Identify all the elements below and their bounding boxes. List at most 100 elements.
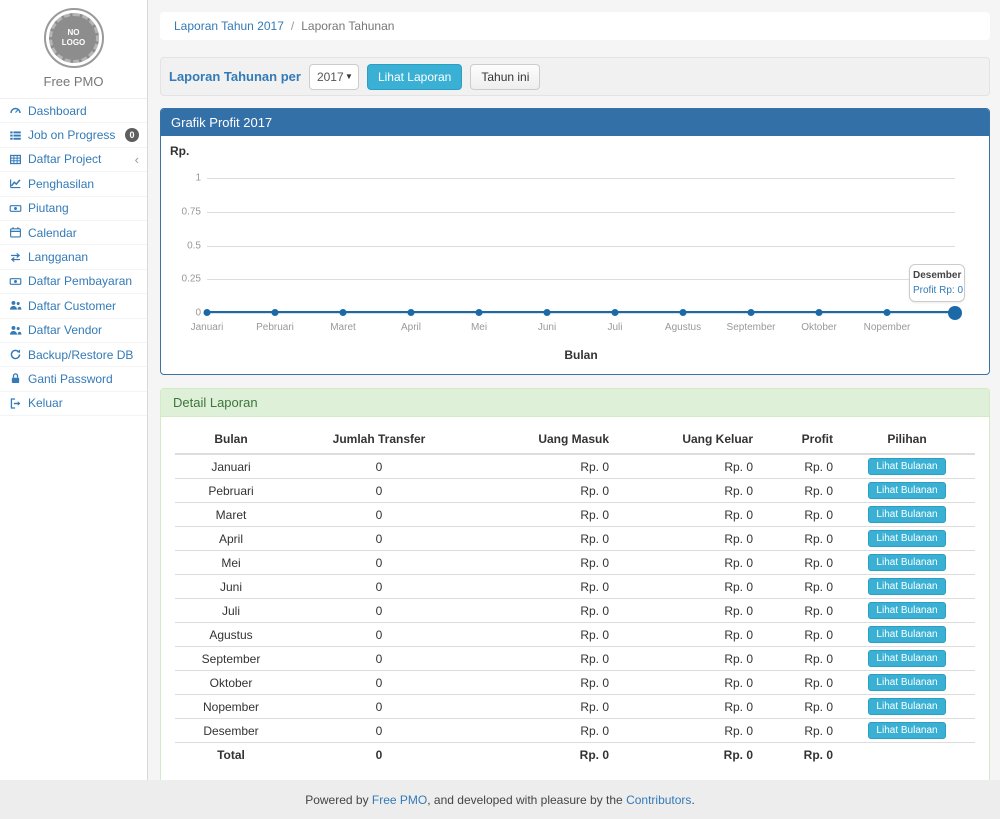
breadcrumb: Laporan Tahun 2017 / Laporan Tahunan [160, 12, 990, 40]
lihat-bulanan-button-april[interactable]: Lihat Bulanan [868, 530, 945, 547]
cell-pilihan: Lihat Bulanan [839, 527, 975, 551]
report-table: BulanJumlah TransferUang MasukUang Kelua… [175, 425, 975, 767]
lihat-bulanan-button-oktober[interactable]: Lihat Bulanan [868, 674, 945, 691]
cell-uang-masuk: Rp. 0 [471, 695, 615, 719]
lihat-bulanan-button-agustus[interactable]: Lihat Bulanan [868, 626, 945, 643]
no-logo-text: NO LOGO [49, 13, 99, 63]
data-point-nopember[interactable] [884, 309, 891, 316]
sidebar-item-daftar-customer[interactable]: Daftar Customer [0, 294, 147, 318]
cell-uang-keluar: Rp. 0 [615, 575, 759, 599]
sidebar-item-label: Langganan [28, 250, 88, 264]
column-header-uang-masuk: Uang Masuk [471, 425, 615, 454]
cell-pilihan: Lihat Bulanan [839, 671, 975, 695]
data-point-maret[interactable] [340, 309, 347, 316]
cell-pilihan: Lihat Bulanan [839, 503, 975, 527]
sidebar-item-label: Ganti Password [28, 372, 113, 386]
cell-pilihan: Lihat Bulanan [839, 454, 975, 479]
x-tick-label: Nopember [864, 322, 911, 333]
sidebar-item-ganti-password[interactable]: Ganti Password [0, 367, 147, 391]
cell-profit: Rp. 0 [759, 743, 839, 767]
cell-jumlah-transfer: 0 [287, 695, 471, 719]
dashboard-icon [9, 104, 22, 117]
line-chart-icon [9, 177, 22, 190]
data-point-oktober[interactable] [816, 309, 823, 316]
cell-uang-masuk: Rp. 0 [471, 479, 615, 503]
sidebar-item-calendar[interactable]: Calendar [0, 221, 147, 245]
footer-link-contributors[interactable]: Contributors [626, 793, 691, 807]
lihat-bulanan-button-desember[interactable]: Lihat Bulanan [868, 722, 945, 739]
sidebar-item-piutang[interactable]: Piutang [0, 197, 147, 221]
cell-bulan: Juni [175, 575, 287, 599]
table-row: September0Rp. 0Rp. 0Rp. 0Lihat Bulanan [175, 647, 975, 671]
sidebar-item-keluar[interactable]: Keluar [0, 392, 147, 416]
sidebar-item-daftar-pembayaran[interactable]: Daftar Pembayaran [0, 270, 147, 294]
sidebar-item-job-on-progress[interactable]: Job on Progress0 [0, 123, 147, 147]
lihat-bulanan-button-juli[interactable]: Lihat Bulanan [868, 602, 945, 619]
y-tick-label: 0.25 [165, 274, 201, 285]
data-point-pebruari[interactable] [272, 309, 279, 316]
profit-chart-panel: Grafik Profit 2017 Rp. 10.750.50.250Janu… [160, 108, 990, 375]
money-icon [9, 275, 22, 288]
lihat-bulanan-button-september[interactable]: Lihat Bulanan [868, 650, 945, 667]
lihat-bulanan-button-pebruari[interactable]: Lihat Bulanan [868, 482, 945, 499]
table-header-row: BulanJumlah TransferUang MasukUang Kelua… [175, 425, 975, 454]
column-header-profit: Profit [759, 425, 839, 454]
y-tick-label: 0 [165, 308, 201, 319]
cell-jumlah-transfer: 0 [287, 551, 471, 575]
cell-uang-keluar: Rp. 0 [615, 503, 759, 527]
lihat-bulanan-button-mei[interactable]: Lihat Bulanan [868, 554, 945, 571]
cell-uang-masuk: Rp. 0 [471, 671, 615, 695]
year-select[interactable]: 2017 ▼ [309, 64, 359, 90]
lihat-bulanan-button-januari[interactable]: Lihat Bulanan [868, 458, 945, 475]
filter-label: Laporan Tahunan per [169, 69, 301, 84]
cell-uang-masuk: Rp. 0 [471, 647, 615, 671]
sidebar-item-penghasilan[interactable]: Penghasilan [0, 172, 147, 196]
data-point-september[interactable] [748, 309, 755, 316]
sidebar-item-dashboard[interactable]: Dashboard [0, 99, 147, 123]
sidebar-item-daftar-project[interactable]: Daftar Project‹ [0, 148, 147, 172]
table-row: April0Rp. 0Rp. 0Rp. 0Lihat Bulanan [175, 527, 975, 551]
sidebar-item-label: Backup/Restore DB [28, 348, 133, 362]
sidebar-item-backup-restore-db[interactable]: Backup/Restore DB [0, 343, 147, 367]
x-tick-label: Januari [191, 322, 224, 333]
page-footer: Powered by Free PMO, and developed with … [0, 780, 1000, 819]
footer-text-middle: , and developed with pleasure by the [427, 793, 626, 807]
cell-uang-keluar: Rp. 0 [615, 647, 759, 671]
lihat-bulanan-button-juni[interactable]: Lihat Bulanan [868, 578, 945, 595]
data-point-april[interactable] [408, 309, 415, 316]
retweet-icon [9, 251, 22, 264]
lihat-laporan-button[interactable]: Lihat Laporan [367, 64, 462, 90]
cell-bulan: Agustus [175, 623, 287, 647]
cell-pilihan: Lihat Bulanan [839, 479, 975, 503]
data-point-januari[interactable] [204, 309, 211, 316]
cell-profit: Rp. 0 [759, 647, 839, 671]
data-point-desember[interactable] [948, 306, 962, 320]
lihat-bulanan-button-nopember[interactable]: Lihat Bulanan [868, 698, 945, 715]
x-tick-label: Pebruari [256, 322, 294, 333]
cell-uang-masuk: Rp. 0 [471, 527, 615, 551]
calendar-icon [9, 226, 22, 239]
lihat-bulanan-button-maret[interactable]: Lihat Bulanan [868, 506, 945, 523]
cell-pilihan: Lihat Bulanan [839, 575, 975, 599]
column-header-uang-keluar: Uang Keluar [615, 425, 759, 454]
data-point-juli[interactable] [612, 309, 619, 316]
sidebar-item-label: Dashboard [28, 104, 87, 118]
cell-bulan: Pebruari [175, 479, 287, 503]
data-point-agustus[interactable] [680, 309, 687, 316]
cell-bulan: Januari [175, 454, 287, 479]
cell-uang-keluar: Rp. 0 [615, 743, 759, 767]
column-header-jumlah-transfer: Jumlah Transfer [287, 425, 471, 454]
sidebar-item-langganan[interactable]: Langganan [0, 245, 147, 269]
tahun-ini-button[interactable]: Tahun ini [470, 64, 540, 90]
cell-uang-keluar: Rp. 0 [615, 479, 759, 503]
y-tick-label: 1 [165, 173, 201, 184]
data-point-juni[interactable] [544, 309, 551, 316]
x-tick-label: Juni [538, 322, 556, 333]
sidebar-item-daftar-vendor[interactable]: Daftar Vendor [0, 319, 147, 343]
sidebar-item-label: Job on Progress [28, 128, 115, 142]
breadcrumb-link-laporan-tahun[interactable]: Laporan Tahun 2017 [174, 19, 284, 33]
cell-jumlah-transfer: 0 [287, 623, 471, 647]
sidebar-item-label: Daftar Pembayaran [28, 274, 132, 288]
footer-link-free-pmo[interactable]: Free PMO [372, 793, 427, 807]
data-point-mei[interactable] [476, 309, 483, 316]
